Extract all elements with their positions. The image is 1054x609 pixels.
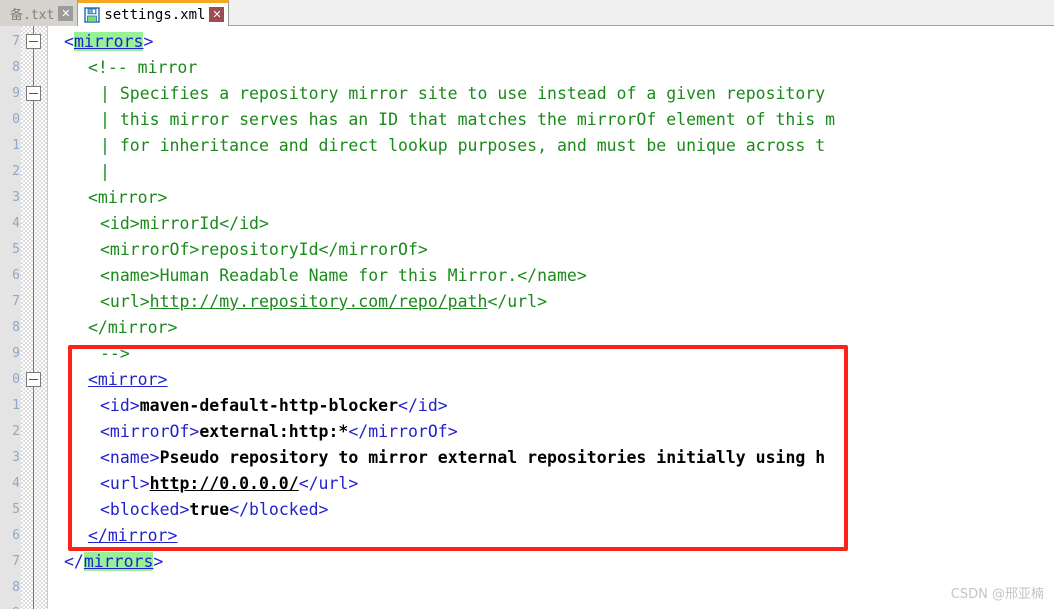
line-number: 7 bbox=[12, 294, 20, 309]
save-disk-icon bbox=[84, 6, 101, 23]
code-token-comment: --> bbox=[100, 344, 130, 363]
code-line[interactable]: --> bbox=[48, 341, 130, 367]
code-line[interactable]: <name>Pseudo repository to mirror extern… bbox=[48, 445, 825, 471]
watermark: CSDN @邢亚楠 bbox=[950, 587, 1044, 602]
line-number: 0 bbox=[12, 372, 20, 387]
fold-collapse-icon[interactable] bbox=[26, 372, 41, 387]
code-token-text: maven-default-http-blocker bbox=[139, 396, 399, 415]
code-token-tag-hl: mirrors bbox=[83, 552, 154, 571]
line-number: 3 bbox=[12, 450, 20, 465]
code-token-comment: </url> bbox=[487, 292, 548, 311]
line-number: 8 bbox=[12, 320, 20, 335]
code-line[interactable]: <name>Human Readable Name for this Mirro… bbox=[48, 263, 587, 289]
line-number-gutter: 789012345678901234567890 bbox=[0, 26, 21, 609]
code-token-text: true bbox=[189, 500, 230, 519]
close-icon[interactable]: ✕ bbox=[58, 5, 74, 21]
line-number: 2 bbox=[12, 424, 20, 439]
code-line[interactable]: <url>http://0.0.0.0/</url> bbox=[48, 471, 358, 497]
code-token-comment: <id>mirrorId</id> bbox=[100, 214, 269, 233]
code-token-tag: </mirrorOf> bbox=[348, 422, 458, 441]
line-number: 6 bbox=[12, 528, 20, 543]
code-token-comment: <!-- mirror bbox=[88, 58, 198, 77]
line-number: 2 bbox=[12, 164, 20, 179]
line-number: 7 bbox=[12, 34, 20, 49]
code-line[interactable]: </mirrors> bbox=[48, 549, 163, 575]
code-token-tag-u: <mirror> bbox=[88, 370, 168, 389]
code-editor-area[interactable]: <mirrors> <!-- mirror | Specifies a reposi… bbox=[48, 26, 1054, 609]
line-number: 9 bbox=[12, 86, 20, 101]
code-token-tag-hl: mirrors bbox=[73, 32, 144, 51]
code-fold-gutter[interactable] bbox=[21, 26, 47, 609]
code-token-tag: > bbox=[143, 32, 154, 51]
line-number: 4 bbox=[12, 476, 20, 491]
code-line[interactable]: <blocked>true</blocked> bbox=[48, 497, 329, 523]
editor-window: 备.txt ✕ settings.xml ✕ 7 8 9 0 1 2 3 4 5 6 7 8 9 0 1 2 3… bbox=[0, 0, 1054, 609]
line-number: 7 bbox=[12, 554, 20, 569]
fold-guide-line bbox=[33, 26, 34, 609]
fold-collapse-icon[interactable] bbox=[26, 34, 41, 49]
tab-settings-xml[interactable]: settings.xml ✕ bbox=[78, 0, 230, 26]
line-number: 9 bbox=[12, 346, 20, 361]
code-token-comment: </mirror> bbox=[88, 318, 178, 337]
code-token-tag: </blocked> bbox=[229, 500, 329, 519]
code-token-tag: </id> bbox=[398, 396, 448, 415]
code-line[interactable]: <mirrors> bbox=[48, 29, 153, 55]
line-number: 3 bbox=[12, 190, 20, 205]
code-line[interactable]: <id>mirrorId</id> bbox=[48, 211, 269, 237]
code-line[interactable]: | for inheritance and direct lookup purp… bbox=[48, 133, 825, 159]
tab-settings-xml-label: settings.xml bbox=[104, 6, 206, 23]
code-token-tag: <url> bbox=[100, 474, 150, 493]
code-line[interactable]: <mirrorOf>external:http:*</mirrorOf> bbox=[48, 419, 458, 445]
code-line[interactable]: </mirror> bbox=[48, 523, 177, 549]
code-token-tag: <id> bbox=[100, 396, 140, 415]
code-token-comment: <mirror> bbox=[88, 188, 168, 207]
code-line[interactable]: <mirrorOf>repositoryId</mirrorOf> bbox=[48, 237, 428, 263]
line-number: 0 bbox=[12, 112, 20, 127]
fold-collapse-icon[interactable] bbox=[26, 86, 41, 101]
code-token-comment: <mirrorOf>repositoryId</mirrorOf> bbox=[100, 240, 428, 259]
code-token-comment-u: http://my.repository.com/repo/path bbox=[149, 292, 488, 311]
code-token-tag: <blocked> bbox=[100, 500, 190, 519]
code-token-comment: | bbox=[100, 162, 110, 181]
code-token-tag: > bbox=[153, 552, 164, 571]
code-token-link: http://0.0.0.0/ bbox=[149, 474, 299, 493]
code-token-tag: </url> bbox=[298, 474, 359, 493]
code-line[interactable]: | bbox=[48, 159, 110, 185]
code-line[interactable]: <url>http://my.repository.com/repo/path<… bbox=[48, 289, 547, 315]
code-token-comment: | Specifies a repository mirror site to … bbox=[100, 84, 826, 103]
code-line[interactable]: <!-- mirror bbox=[48, 55, 197, 81]
tab-bar: 备.txt ✕ settings.xml ✕ bbox=[0, 0, 1054, 26]
code-line[interactable]: </mirror> bbox=[48, 315, 177, 341]
code-token-tag: <name> bbox=[100, 448, 160, 467]
code-token-comment: <url> bbox=[100, 292, 150, 311]
line-number: 5 bbox=[12, 502, 20, 517]
code-token-comment: | for inheritance and direct lookup purp… bbox=[100, 136, 826, 155]
code-token-text: external:http:* bbox=[199, 422, 349, 441]
code-token-tag: <mirrorOf> bbox=[100, 422, 200, 441]
tab-bar-empty-area bbox=[229, 0, 1054, 25]
code-token-comment: | this mirror serves has an ID that matc… bbox=[100, 110, 836, 129]
line-number: 1 bbox=[12, 138, 20, 153]
line-number: 9 bbox=[0, 601, 20, 609]
close-icon[interactable]: ✕ bbox=[209, 7, 225, 22]
line-number: 6 bbox=[12, 268, 20, 283]
code-token-comment: <name>Human Readable Name for this Mirro… bbox=[100, 266, 587, 285]
line-number: 1 bbox=[12, 398, 20, 413]
code-token-tag: </ bbox=[64, 552, 84, 571]
code-line[interactable]: | Specifies a repository mirror site to … bbox=[48, 81, 825, 107]
code-line[interactable]: <id>maven-default-http-blocker</id> bbox=[48, 393, 448, 419]
tab-txt-file-label: 备.txt bbox=[10, 7, 55, 23]
line-number: 4 bbox=[12, 216, 20, 231]
line-number: 8 bbox=[12, 580, 20, 595]
code-token-tag: < bbox=[64, 32, 74, 51]
line-number: 5 bbox=[12, 242, 20, 257]
line-number: 8 bbox=[12, 60, 20, 75]
code-line[interactable]: | this mirror serves has an ID that matc… bbox=[48, 107, 835, 133]
code-line[interactable]: <mirror> bbox=[48, 367, 167, 393]
tab-txt-file[interactable]: 备.txt ✕ bbox=[0, 0, 79, 26]
code-line[interactable]: <mirror> bbox=[48, 185, 167, 211]
code-token-text: Pseudo repository to mirror external rep… bbox=[159, 448, 826, 467]
code-token-tag-u: </mirror> bbox=[88, 526, 178, 545]
